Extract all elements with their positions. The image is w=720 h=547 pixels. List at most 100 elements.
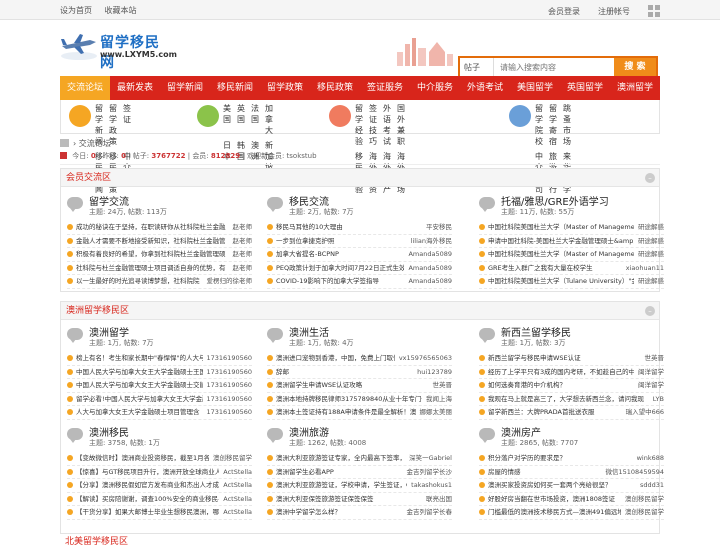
register-link[interactable]: 注册帐号 [598,6,630,17]
nav-visa-service[interactable]: 签证服务 [360,76,410,100]
post-item[interactable]: 澳洲大利亚保签旅游签证保签保签 联亮出国 [267,493,452,506]
post-title[interactable]: 中国人民大学与加拿大女王大学金融硕士王国 [76,366,203,379]
nav-study-news[interactable]: 留学新闻 [160,76,210,100]
nav-uk-study[interactable]: 英国留学 [560,76,610,100]
post-author[interactable]: Amanda5089 [408,275,452,288]
post-author[interactable]: 世英晋 [645,352,665,365]
post-title[interactable]: 以一生最好的时光追寻读博梦想，社科院院 [76,275,203,288]
nav-immigration-news[interactable]: 移民新闻 [210,76,260,100]
post-item[interactable]: 【解读】买房陪谢谢，调查100%安全的商业移民— ActStella [67,493,252,506]
post-author[interactable]: 17316190560 [207,379,253,392]
post-author[interactable]: 17316190560 [207,352,253,365]
post-title[interactable]: GRE考生入群广之我有大量在校学生 [488,262,622,275]
post-author[interactable]: 17316190560 [207,406,253,419]
post-author[interactable]: Amanda5089 [408,248,452,261]
post-author[interactable]: 金吉列留学长春 [407,506,453,519]
post-item[interactable]: 中国社科院美国杜兰大学（Tulane University）"金融 研途解惑 [479,275,664,289]
post-title[interactable]: 【变故微信时】澳洲商业投资移民，截至1月各 [76,452,209,465]
post-item[interactable]: 门槛最低的澳洲技术移民方式—澳洲491偏远地 澳创移民留学 [479,506,664,520]
post-author[interactable]: ActStella [223,479,252,492]
post-author[interactable]: takashokus1 [411,479,452,492]
forum-name[interactable]: 澳洲移民 [89,424,129,439]
search-input[interactable] [494,58,614,76]
subnav-link[interactable]: 英国 [237,103,245,136]
nav-au-study[interactable]: 澳洲留学 [610,76,660,100]
post-title[interactable]: 申请中国社科院-美国杜兰大学金融管理硕士&amp; [488,235,634,248]
post-item[interactable]: 澳洲中学留学怎么样？ 金吉列留学长春 [267,506,452,520]
search-type-select[interactable]: 帖子 [460,58,494,76]
post-item[interactable]: 留学必看!中国人民大学与加拿大女王大学金融硕 17316190560 [67,393,252,406]
post-author[interactable]: wink688 [637,452,664,465]
set-homepage-link[interactable]: 设为首页 [60,6,92,15]
forum-name[interactable]: 新西兰留学移民 [501,324,571,339]
post-title[interactable]: 澳洲进口宠物到香港，中国，免费上门取件， [276,352,395,365]
post-item[interactable]: 澳洲进口宠物到香港，中国，免费上门取件， vx15976565063 [267,352,452,366]
post-author[interactable]: 世英晋 [433,379,453,392]
post-item[interactable]: 澳洲本地持牌移民律师3175789840从业十年专门做陪 我闻上海 [267,393,452,406]
post-item[interactable]: 金融人才需要不断地接受新知识，社科院杜兰金融管 赵老师 [67,235,252,248]
post-author[interactable]: vx15976565063 [399,352,452,365]
post-title[interactable]: 中国社科院美国杜兰大学（Master of Management in [488,248,634,261]
home-icon[interactable] [60,139,69,147]
post-author[interactable]: sddd31 [640,479,664,492]
post-title[interactable]: 一步到位拿捷克护照 [276,235,407,248]
post-item[interactable]: 新西兰留学与移民申请WSE认证 世英晋 [479,352,664,366]
post-author[interactable]: 瑞入望中666 [626,406,664,419]
post-author[interactable]: 爱楞归的徐老师 [207,275,253,288]
post-title[interactable]: 澳洲本土签证持有188A申请条件是最全解析！澳 [276,406,416,419]
post-author[interactable]: 研途解惑 [638,275,664,288]
post-item[interactable]: 积极有着良好的希望，你拿到社科院杜兰金融管理硕 赵老师 [67,248,252,262]
forum-name[interactable]: 澳洲留学 [89,324,129,339]
forum-name[interactable]: 托福/雅思/GRE外语学习 [501,193,609,208]
post-title[interactable]: 积分落户对学历的要求是？ [488,452,633,465]
post-title[interactable]: 【惊喜】与GT移民项目升行，澳洲开放全球商业人 [76,466,219,479]
post-item[interactable]: GRE考生入群广之我有大量在校学生 xiaohuan11 [479,262,664,275]
nav-immigration-policy[interactable]: 移民政策 [310,76,360,100]
post-author[interactable]: 闽洋留学 [638,379,664,392]
post-title[interactable]: 澳洲中学留学怎么样？ [276,506,403,519]
post-item[interactable]: 澳洲留学生申请WSE认证攻略 世英晋 [267,379,452,393]
post-author[interactable]: 微信15108459594 [606,466,665,479]
post-title[interactable]: 澳洲大利亚保签旅游签证保签保签 [276,493,422,506]
post-author[interactable]: 研途解惑 [638,221,664,234]
nav-latest[interactable]: 最新发表 [110,76,160,100]
post-item[interactable]: 【变故微信时】澳洲商业投资移民，截至1月各 澳创移民留学 [67,452,252,466]
post-author[interactable]: 赵老师 [233,221,253,234]
post-item[interactable]: 【惊喜】与GT移民项目升行，澳洲开放全球商业人 ActStella [67,466,252,479]
post-author[interactable]: 金吉列留学长沙 [407,466,453,479]
post-item[interactable]: 中国人民大学与加拿大女王大学金融硕士王国 17316190560 [67,366,252,379]
post-author[interactable]: LYB [653,393,664,406]
post-title[interactable]: 中国社科院美国杜兰大学（Master of Management in [488,221,634,234]
nav-language-exam[interactable]: 外语考试 [460,76,510,100]
post-item[interactable]: 申请中国社科院-美国杜兰大学金融管理硕士&amp; 研途解惑 [479,235,664,248]
post-author[interactable]: 赵老师 [233,262,253,275]
post-item[interactable]: 【干货分享】如果大邮博士毕业生想移民澳洲，哪种 ActStella [67,506,252,520]
site-logo[interactable]: 留学移民网 www.LXYM5.com [60,30,177,71]
post-author[interactable]: 娜娜太美丽 [420,406,453,419]
post-title[interactable]: 房屋的情感 [488,466,602,479]
post-title[interactable]: 如何选奏育港的中介机构？ [488,379,634,392]
post-item[interactable]: 如何选奏育港的中介机构？ 闽洋留学 [479,379,664,393]
post-author[interactable]: 澳创移民留学 [625,506,664,519]
post-title[interactable]: 加拿大省提名-BCPNP [276,248,404,261]
post-item[interactable]: 中国人民大学与加拿大女王大学金融硕士交能你 17316190560 [67,379,252,393]
nav-forum[interactable]: 交流论坛 [60,76,110,100]
post-title[interactable]: 澳洲买家投资房如何买一套两个亮给很坚？ [488,479,636,492]
post-title[interactable]: 榜上有名！考生和家长期中"春悍悍"的人大与加 [76,352,203,365]
post-author[interactable]: xiaohuan11 [626,262,664,275]
post-title[interactable]: 【解读】买房陪谢谢，调查100%安全的商业移民— [76,493,219,506]
post-author[interactable]: 赵老师 [233,248,253,261]
post-item[interactable]: 澳洲留学生必看APP 金吉列留学长沙 [267,466,453,479]
bookmark-link[interactable]: 收藏本站 [105,6,137,15]
post-item[interactable]: 社科院与杜兰金融管理硕士项目调适自身的优势，有 赵老师 [67,262,253,275]
post-item[interactable]: 【分享】澳洲移民假如官方发布商业和杰出人才成功案 ActStella [67,479,252,493]
post-title[interactable]: 澳洲本地持牌移民律师3175789840从业十年专门做陪 [276,393,422,406]
post-item[interactable]: 留学新西兰：大牌PRADA首批送衣服 瑞入望中666 [479,406,664,420]
post-title[interactable]: 我观在马上就是高三了，大学想去新西兰念，请问我现 [488,393,649,406]
forum-name[interactable]: 澳洲房产 [501,424,541,439]
post-title[interactable]: 金融人才需要不断地接受新知识，社科院杜兰金融管 [76,235,229,248]
forum-name[interactable]: 澳洲旅游 [289,424,329,439]
subnav-link[interactable]: 法国 [251,103,259,136]
post-author[interactable]: 深笑一Gabriel [409,452,452,465]
app-grid-icon[interactable] [648,5,660,17]
